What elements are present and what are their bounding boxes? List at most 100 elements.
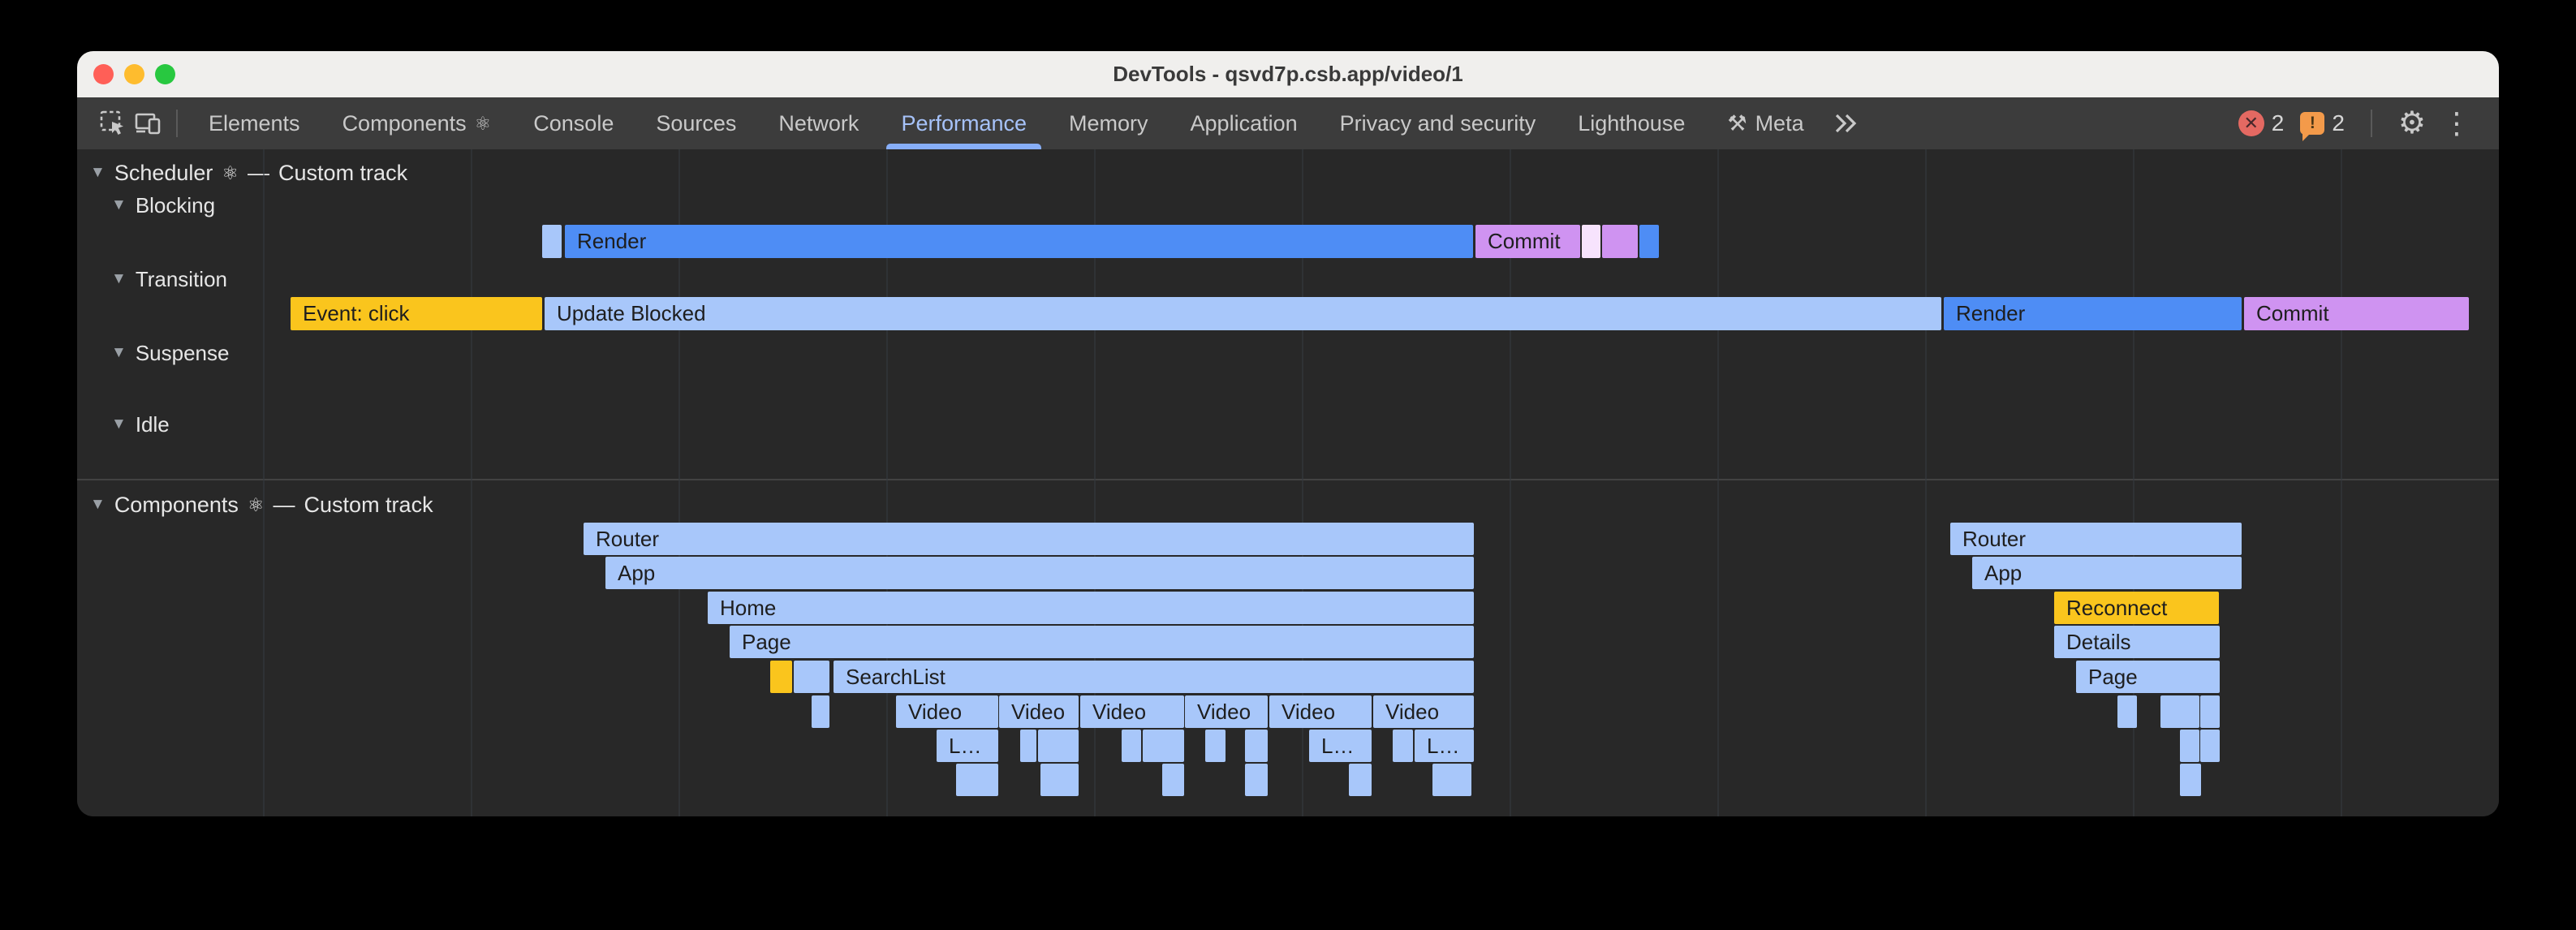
tab-label: Lighthouse [1578,111,1685,136]
span-label: Video [1385,700,1439,725]
tab-elements[interactable]: Elements [187,97,321,149]
tab-console[interactable]: Console [512,97,635,149]
span-details[interactable]: Details [2054,626,2220,658]
flame-span[interactable] [2200,730,2220,762]
flame-span[interactable] [812,695,829,728]
flame-span[interactable] [956,764,998,796]
span-commit[interactable]: Commit [2244,297,2469,330]
flame-span[interactable] [1582,225,1600,258]
device-toolbar-icon[interactable] [131,105,166,142]
toolbar-divider [2371,110,2372,137]
span-app[interactable]: App [1972,557,2242,589]
tab-lighthouse[interactable]: Lighthouse [1557,97,1706,149]
more-tabs-icon[interactable] [1832,112,1859,135]
flame-span[interactable] [1432,764,1471,796]
flame-span[interactable] [2160,695,2199,728]
collapse-triangle-icon[interactable]: ▼ [111,415,127,433]
span-video[interactable]: Video [896,695,998,728]
flame-span[interactable] [2200,695,2220,728]
components-track-header[interactable]: ▼ Components ⚛ — Custom track [90,491,433,519]
flame-span[interactable] [770,661,792,693]
scheduler-track-suffix: Custom track [278,161,407,186]
span-event-click[interactable]: Event: click [291,297,542,330]
tab-label: Meta [1755,111,1804,136]
span-label: Video [1092,700,1146,725]
flame-span[interactable] [1602,225,1638,258]
flame-span[interactable] [1349,764,1372,796]
span-page[interactable]: Page [2076,661,2220,693]
flame-span[interactable] [1639,225,1659,258]
span-label: Video [1011,700,1065,725]
span-router[interactable]: Router [584,523,1474,555]
span-video[interactable]: Video [1373,695,1474,728]
tab-components[interactable]: Components⚛ [321,97,513,149]
span-label: Router [1962,527,2026,552]
flame-span[interactable] [1205,730,1226,762]
warning-badge[interactable]: ! 2 [2300,110,2345,136]
span-label: Page [2088,665,2138,690]
flame-span[interactable] [1162,764,1184,796]
span-home[interactable]: Home [708,592,1474,624]
flame-span[interactable] [1038,730,1079,762]
span-page[interactable]: Page [730,626,1474,658]
span-l[interactable]: L… [1309,730,1372,762]
collapse-triangle-icon[interactable]: ▼ [90,496,106,514]
tab-sources[interactable]: Sources [635,97,757,149]
tab-meta[interactable]: ⚒Meta [1706,97,1824,149]
span-app[interactable]: App [605,557,1474,589]
kebab-menu-icon[interactable]: ⋮ [2442,109,2471,138]
flame-span[interactable] [2117,695,2137,728]
tab-network[interactable]: Network [757,97,880,149]
collapse-triangle-icon[interactable]: ▼ [111,270,127,288]
span-video[interactable]: Video [1080,695,1184,728]
performance-flame-chart[interactable]: ▼ Scheduler ⚛ — Custom track ▼ Component… [77,149,2499,816]
span-label: Video [908,700,962,725]
flame-span[interactable] [1020,730,1036,762]
flame-span[interactable] [1122,730,1141,762]
collapse-triangle-icon[interactable]: ▼ [111,344,127,362]
flame-span[interactable] [1393,730,1413,762]
flame-span[interactable] [542,225,562,258]
span-update-blocked[interactable]: Update Blocked [545,297,1941,330]
span-router[interactable]: Router [1950,523,2242,555]
lane-label-suspense[interactable]: ▼Suspense [111,340,229,366]
flame-span[interactable] [794,661,829,693]
tab-performance[interactable]: Performance [880,97,1048,149]
span-l[interactable]: L… [937,730,998,762]
gridline [471,149,472,816]
span-reconnect[interactable]: Reconnect [2054,592,2219,624]
span-l[interactable]: L… [1415,730,1474,762]
header-dash: — [274,493,295,518]
flame-span[interactable] [1245,764,1268,796]
gridline [1717,149,1719,816]
span-video[interactable]: Video [999,695,1079,728]
collapse-triangle-icon[interactable]: ▼ [90,164,106,182]
flame-span[interactable] [2180,730,2199,762]
flame-span[interactable] [1143,730,1184,762]
tab-memory[interactable]: Memory [1048,97,1170,149]
span-video[interactable]: Video [1185,695,1268,728]
tab-application[interactable]: Application [1170,97,1319,149]
span-render[interactable]: Render [1944,297,2242,330]
span-render[interactable]: Render [565,225,1473,258]
span-commit[interactable]: Commit [1475,225,1580,258]
gridline [1925,149,1927,816]
span-label: Page [742,630,791,655]
tab-privacy-and-security[interactable]: Privacy and security [1319,97,1557,149]
settings-gear-icon[interactable]: ⚙ [2398,108,2426,139]
error-badge[interactable]: ✕ 2 [2238,110,2285,136]
inspect-element-icon[interactable] [95,105,131,142]
scheduler-track-header[interactable]: ▼ Scheduler ⚛ — Custom track [90,159,407,187]
collapse-triangle-icon[interactable]: ▼ [111,196,127,214]
flame-span[interactable] [1245,730,1268,762]
lane-label-idle[interactable]: ▼Idle [111,411,170,437]
span-searchlist[interactable]: SearchList [834,661,1474,693]
span-video[interactable]: Video [1269,695,1372,728]
lane-label-transition[interactable]: ▼Transition [111,266,227,292]
zoom-button[interactable] [155,64,175,84]
lane-label-blocking[interactable]: ▼Blocking [111,192,215,218]
minimize-button[interactable] [124,64,144,84]
close-button[interactable] [93,64,114,84]
flame-span[interactable] [1040,764,1079,796]
flame-span[interactable] [2180,764,2201,796]
